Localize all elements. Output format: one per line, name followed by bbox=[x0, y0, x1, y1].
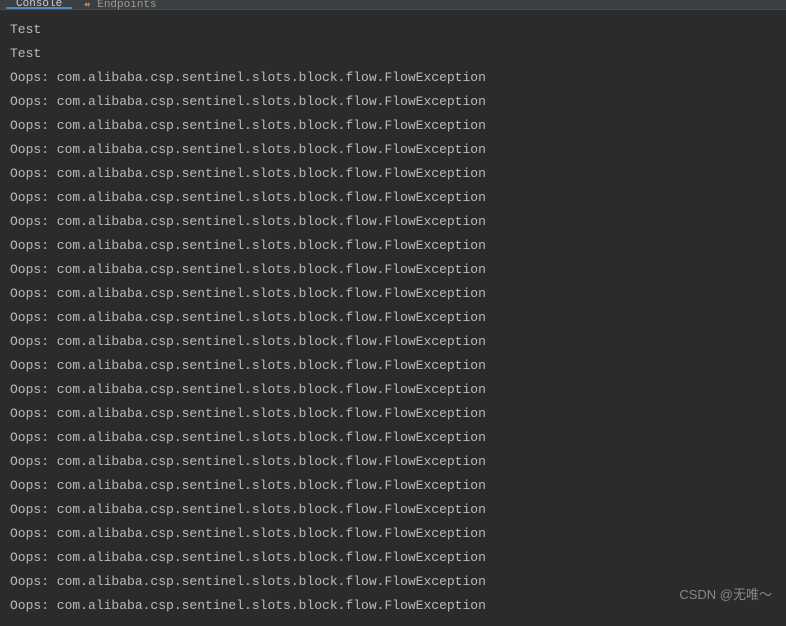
console-line: Oops: com.alibaba.csp.sentinel.slots.blo… bbox=[10, 282, 776, 306]
console-line: Oops: com.alibaba.csp.sentinel.slots.blo… bbox=[10, 522, 776, 546]
console-line: Oops: com.alibaba.csp.sentinel.slots.blo… bbox=[10, 210, 776, 234]
tab-endpoints-label: Endpoints bbox=[97, 0, 156, 11]
console-line: Oops: com.alibaba.csp.sentinel.slots.blo… bbox=[10, 450, 776, 474]
tab-endpoints[interactable]: ⬫⬫ Endpoints bbox=[72, 0, 166, 9]
console-output[interactable]: TestTest Oops: com.alibaba.csp.sentinel.s… bbox=[0, 10, 786, 626]
console-line: Oops: com.alibaba.csp.sentinel.slots.blo… bbox=[10, 594, 776, 618]
console-line: Oops: com.alibaba.csp.sentinel.slots.blo… bbox=[10, 114, 776, 138]
console-line: Oops: com.alibaba.csp.sentinel.slots.blo… bbox=[10, 426, 776, 450]
tab-console[interactable]: Console bbox=[6, 0, 72, 9]
endpoints-icon: ⬫⬫ bbox=[82, 0, 92, 10]
console-line: Oops: com.alibaba.csp.sentinel.slots.blo… bbox=[10, 570, 776, 594]
console-line: Test bbox=[10, 18, 776, 42]
console-line: Oops: com.alibaba.csp.sentinel.slots.blo… bbox=[10, 378, 776, 402]
console-line: Oops: com.alibaba.csp.sentinel.slots.blo… bbox=[10, 402, 776, 426]
console-line: Oops: com.alibaba.csp.sentinel.slots.blo… bbox=[10, 90, 776, 114]
tab-bar: Console ⬫⬫ Endpoints bbox=[0, 0, 786, 10]
console-line: Oops: com.alibaba.csp.sentinel.slots.blo… bbox=[10, 354, 776, 378]
console-line: Oops: com.alibaba.csp.sentinel.slots.blo… bbox=[10, 498, 776, 522]
console-line: Oops: com.alibaba.csp.sentinel.slots.blo… bbox=[10, 474, 776, 498]
console-line: Oops: com.alibaba.csp.sentinel.slots.blo… bbox=[10, 258, 776, 282]
console-line: Oops: com.alibaba.csp.sentinel.slots.blo… bbox=[10, 234, 776, 258]
console-line: Oops: com.alibaba.csp.sentinel.slots.blo… bbox=[10, 330, 776, 354]
console-line: Oops: com.alibaba.csp.sentinel.slots.blo… bbox=[10, 306, 776, 330]
tab-console-label: Console bbox=[16, 0, 62, 10]
console-line: Oops: com.alibaba.csp.sentinel.slots.blo… bbox=[10, 138, 776, 162]
console-line: Oops: com.alibaba.csp.sentinel.slots.blo… bbox=[10, 186, 776, 210]
console-line: Oops: com.alibaba.csp.sentinel.slots.blo… bbox=[10, 546, 776, 570]
watermark: CSDN @无唯～ bbox=[679, 584, 772, 603]
console-line: Oops: com.alibaba.csp.sentinel.slots.blo… bbox=[10, 162, 776, 186]
console-line: Oops: com.alibaba.csp.sentinel.slots.blo… bbox=[10, 66, 776, 90]
console-line: Test bbox=[10, 42, 776, 66]
